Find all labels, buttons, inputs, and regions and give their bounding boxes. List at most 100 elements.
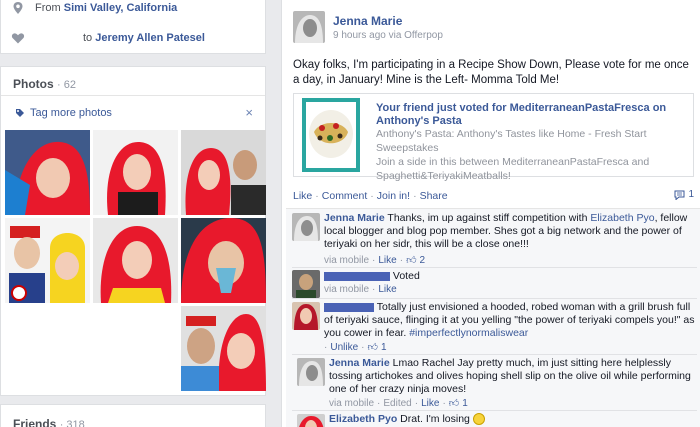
comment-bubble-icon: [674, 190, 685, 200]
comment: Jenna Marie Lmao Rachel Jay pretty much,…: [286, 354, 700, 410]
pasta-image[interactable]: [302, 98, 360, 172]
avatar[interactable]: [292, 213, 320, 241]
comment: Elizabeth Pyo Drat. I'm losing: [286, 410, 700, 427]
comment-count-value: 1: [688, 189, 694, 200]
via-mobile: via mobile: [324, 284, 370, 295]
separator: ·: [361, 341, 365, 353]
avatar[interactable]: [293, 11, 325, 43]
post-actions: Like · Comment · Join in! · Share: [293, 190, 448, 202]
avatar[interactable]: [297, 414, 325, 427]
comment: Jenna Marie Thanks, im up against stiff …: [286, 209, 700, 267]
unlike-link[interactable]: Unlike: [330, 342, 358, 353]
comment-author-link[interactable]: Jenna Marie: [329, 357, 390, 369]
post-timestamp[interactable]: 9 hours ago via Offerpop: [333, 30, 443, 41]
friends-title[interactable]: Friends: [13, 417, 56, 427]
from-row: From Simi Valley, California: [11, 0, 177, 16]
intro-box: From Simi Valley, California to Jeremy A…: [0, 0, 266, 54]
comment-author-link[interactable]: Elizabeth Pyo: [329, 413, 397, 425]
post-text: Okay folks, I'm participating in a Recip…: [293, 59, 689, 86]
like-link[interactable]: Like: [378, 284, 396, 295]
edited-label[interactable]: Edited: [383, 398, 411, 409]
relationship-row: to Jeremy Allen Patesel: [11, 30, 205, 46]
friends-header: Friends · 318: [13, 417, 85, 427]
photo-thumbnail[interactable]: [93, 130, 178, 215]
separator: ·: [399, 254, 404, 266]
divider: [1, 95, 265, 96]
comment-text: Totally just envisioned a hooded, robed …: [324, 301, 698, 340]
join-in-link[interactable]: Join in!: [377, 190, 410, 202]
photo-thumbnail[interactable]: [5, 130, 90, 215]
comment: Voted via mobile · Like: [286, 267, 700, 298]
tag-more-label: Tag more photos: [30, 107, 112, 119]
comments-section: Jenna Marie Thanks, im up against stiff …: [286, 208, 700, 427]
card-line-2: Join a side in this between Mediterranea…: [376, 156, 650, 182]
separator: ·: [414, 397, 419, 409]
card-description: Anthony's Pasta: Anthony's Tastes like H…: [376, 127, 691, 183]
photo-thumbnail[interactable]: [181, 218, 266, 303]
comment-link[interactable]: Comment: [322, 190, 368, 202]
photos-title[interactable]: Photos: [13, 77, 54, 91]
smiley-icon: [472, 413, 485, 426]
comment-body: Drat. I'm losing: [397, 413, 470, 425]
separator: ·: [324, 341, 328, 353]
redacted-name: [324, 271, 390, 281]
photos-header: Photos · 62: [13, 77, 76, 91]
comment: Totally just envisioned a hooded, robed …: [286, 298, 700, 354]
comment-meta: · Unlike · 👍︎ 1: [324, 341, 387, 354]
avatar[interactable]: [292, 302, 320, 330]
from-place-link[interactable]: Simi Valley, California: [64, 2, 178, 14]
comment-body: Voted: [390, 270, 420, 282]
via-mobile: via mobile: [324, 254, 370, 266]
timeline-post: Jenna Marie 9 hours ago via Offerpop Oka…: [281, 0, 700, 427]
friends-count: · 318: [59, 419, 85, 427]
like-count[interactable]: 1: [381, 342, 387, 353]
via-mobile: via mobile: [329, 397, 375, 409]
comment-text: Jenna Marie Lmao Rachel Jay pretty much,…: [329, 357, 697, 396]
photo-thumbnail[interactable]: [181, 130, 266, 215]
card-line-1: Anthony's Pasta: Anthony's Tastes like H…: [376, 128, 647, 154]
like-count[interactable]: 2: [420, 255, 426, 266]
comment-count[interactable]: 1: [674, 189, 694, 200]
share-link[interactable]: Share: [420, 190, 448, 202]
post-author-link[interactable]: Jenna Marie: [333, 14, 402, 28]
separator: ·: [377, 397, 381, 409]
comment-meta: via mobile · Edited · Like · 👍︎ 1: [329, 397, 468, 410]
comment-meta: via mobile · Like · 👍︎ 2: [324, 254, 426, 267]
thumbs-up-icon: 👍︎: [367, 342, 378, 353]
like-count[interactable]: 1: [462, 398, 468, 409]
mention-link[interactable]: Elizabeth Pyo: [590, 212, 654, 224]
photos-count: · 62: [57, 79, 76, 91]
hashtag-link[interactable]: #imperfectlynormaliswear: [409, 327, 528, 339]
photo-thumbnail[interactable]: [5, 218, 90, 303]
thumbs-up-icon: 👍︎: [406, 255, 417, 266]
comment-author-link[interactable]: Jenna Marie: [324, 212, 385, 224]
from-prefix: From: [35, 2, 61, 14]
redacted-name: [324, 302, 374, 312]
photo-thumbnail[interactable]: [93, 218, 178, 303]
avatar[interactable]: [292, 270, 320, 298]
avatar[interactable]: [297, 358, 325, 386]
like-link[interactable]: Like: [378, 255, 396, 266]
heart-icon: [11, 33, 25, 44]
location-pin-icon: [13, 2, 23, 14]
comment-text: Jenna Marie Thanks, im up against stiff …: [324, 212, 698, 251]
separator: ·: [413, 190, 417, 202]
comment-text: Elizabeth Pyo Drat. I'm losing: [329, 413, 700, 426]
shared-link-card[interactable]: Your friend just voted for Mediterranean…: [293, 93, 694, 182]
card-title-link[interactable]: Your friend just voted for Mediterranean…: [376, 102, 691, 128]
comment-body: Thanks, im up against stiff competition …: [384, 212, 591, 224]
photo-thumbnail[interactable]: [181, 306, 266, 391]
like-link[interactable]: Like: [421, 398, 439, 409]
tag-more-photos-link[interactable]: Tag more photos: [15, 107, 112, 119]
to-prefix: to: [83, 32, 93, 44]
photos-box: Photos · 62 Tag more photos ×: [0, 66, 266, 396]
friends-box: Friends · 318: [0, 404, 266, 427]
to-name-link[interactable]: Jeremy Allen Patesel: [95, 32, 205, 44]
close-icon[interactable]: ×: [245, 105, 253, 120]
like-link[interactable]: Like: [293, 190, 312, 202]
comment-text: Voted: [324, 270, 698, 283]
separator: ·: [372, 284, 376, 295]
separator: ·: [372, 254, 376, 266]
separator: ·: [442, 397, 446, 409]
comment-meta: via mobile · Like: [324, 284, 397, 295]
